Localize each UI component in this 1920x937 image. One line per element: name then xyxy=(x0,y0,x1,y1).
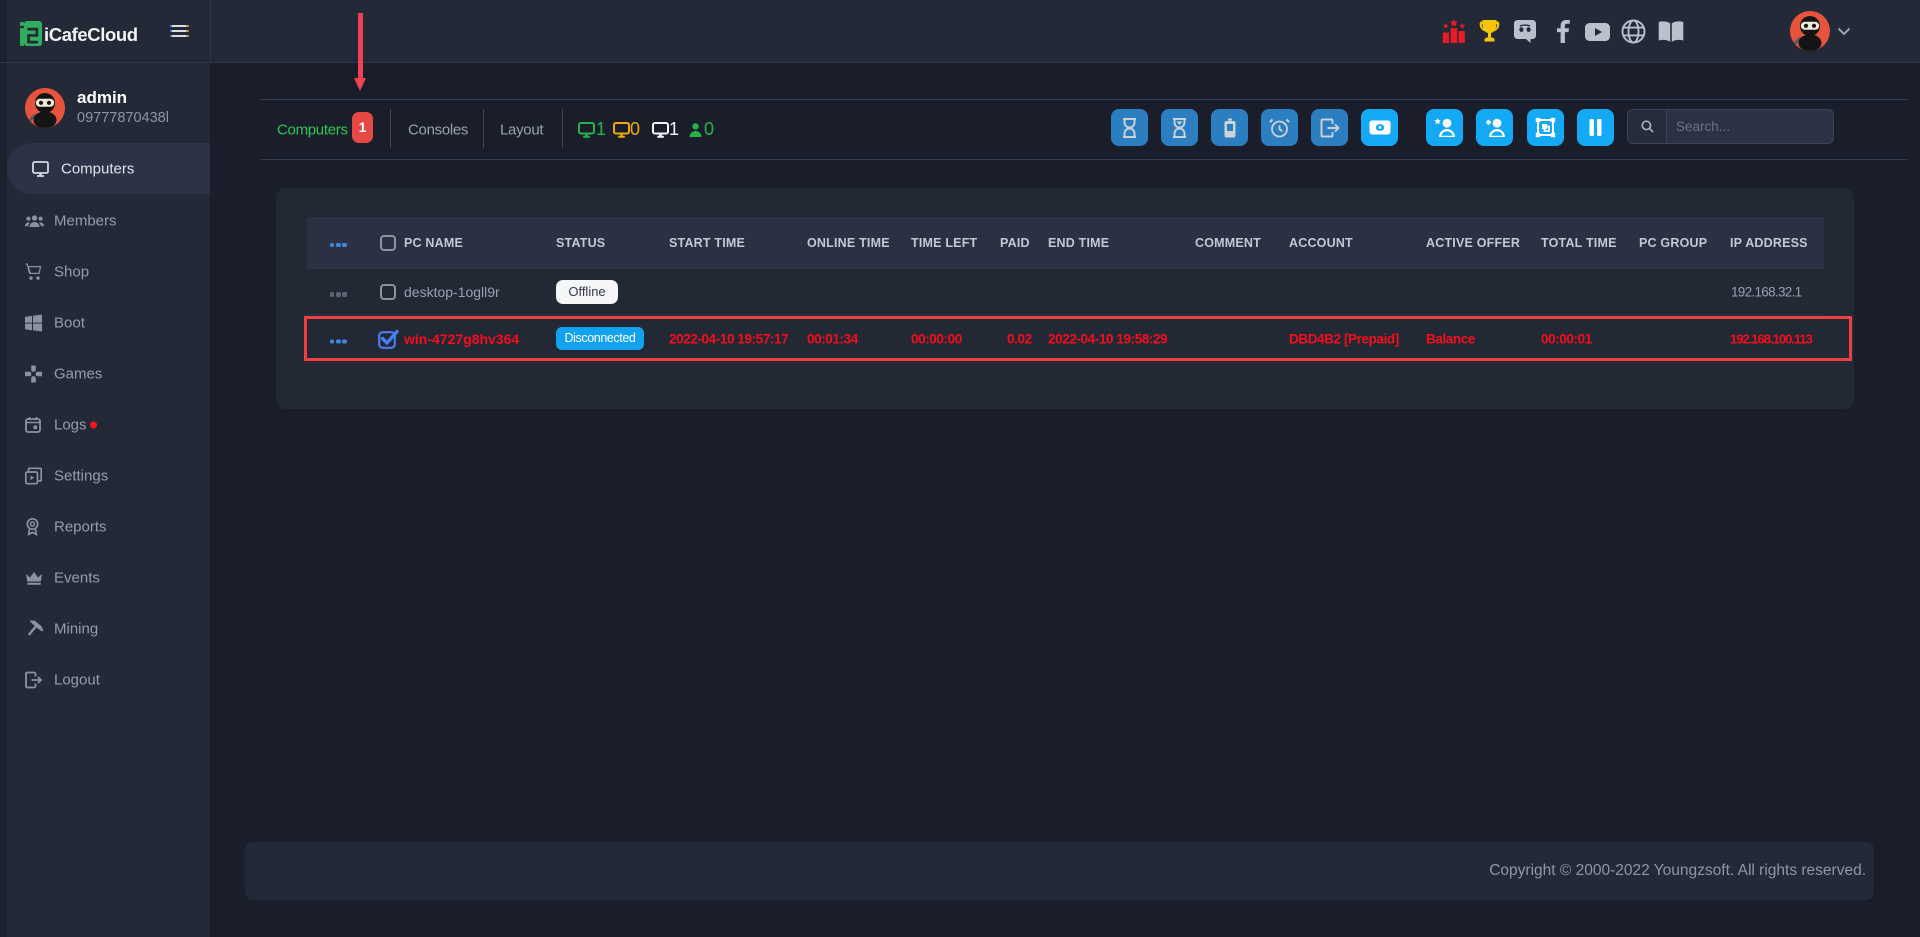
svg-text:iCafeCloud: iCafeCloud xyxy=(44,24,138,45)
